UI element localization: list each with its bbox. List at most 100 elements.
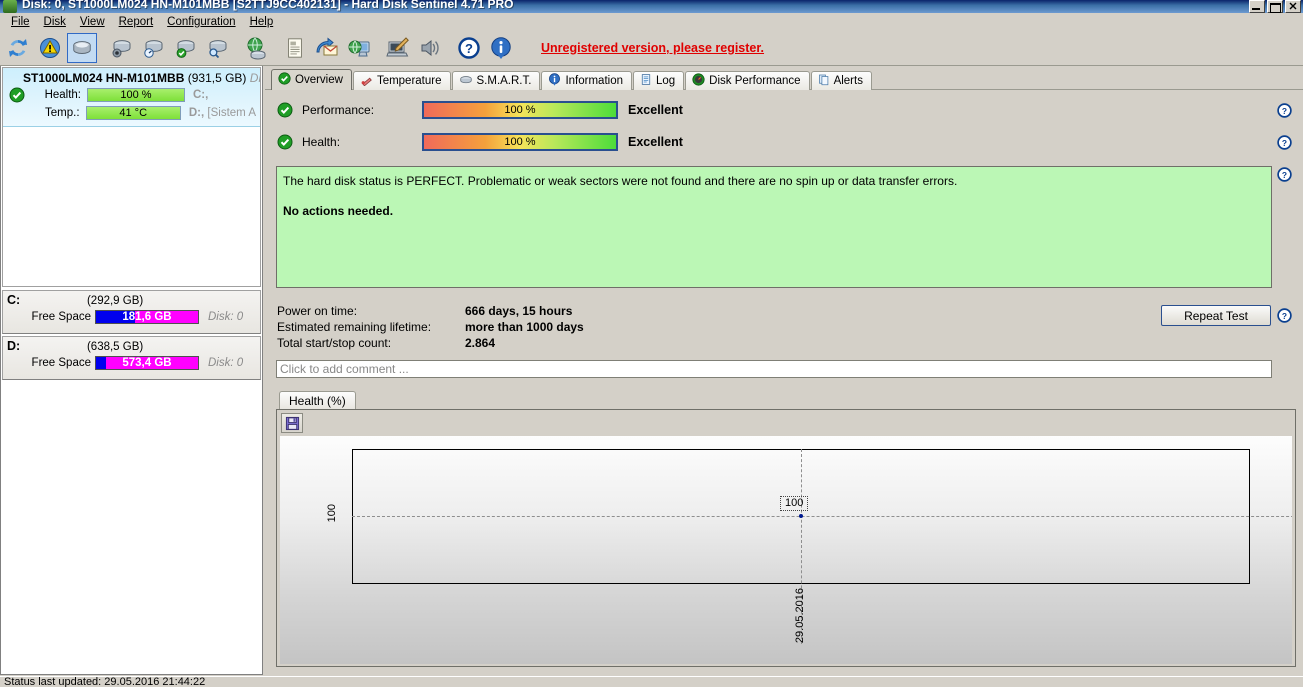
tab-temperature-label: Temperature <box>377 75 442 87</box>
refresh-icon[interactable] <box>3 33 33 63</box>
disk-smart-icon <box>459 73 473 89</box>
performance-value: 100 % <box>424 103 616 118</box>
copy-pages-icon <box>818 73 830 89</box>
toolbar: ? Unregistered version, please register. <box>0 30 1303 66</box>
maximize-icon[interactable] <box>1267 0 1283 13</box>
chart-plot-area: 100 29.05.2016 100 <box>280 436 1292 664</box>
menu-view[interactable]: View <box>73 15 112 29</box>
health-rating: Excellent <box>628 135 683 149</box>
partition-d-head: D: (638,5 GB) <box>7 339 256 353</box>
check-ok-icon <box>277 102 293 118</box>
disk-clock-icon[interactable] <box>106 33 136 63</box>
svg-text:?: ? <box>1282 170 1287 180</box>
health-chart-panel: Health (%) 100 29.05.2016 100 <box>276 391 1296 667</box>
menu-report[interactable]: Report <box>112 15 161 29</box>
close-icon[interactable] <box>1285 0 1301 13</box>
tab-alerts-label: Alerts <box>834 75 863 87</box>
disk-health-value: 100 % <box>88 89 184 102</box>
partition-d-bar: 573,4 GB <box>95 356 199 370</box>
health-label: Health: <box>302 135 422 149</box>
menu-help[interactable]: Help <box>243 15 281 29</box>
partition-d-row: Free Space 573,4 GB Disk: 0 <box>7 356 256 370</box>
thermometer-icon <box>360 73 373 89</box>
help-question-icon-performance[interactable]: ? <box>1277 103 1292 118</box>
help-question-icon-health[interactable]: ? <box>1277 135 1292 150</box>
disk-title-suffix: Di <box>250 71 261 85</box>
info-row-startstop: Total start/stop count: 2.864 <box>277 335 584 351</box>
partition-c-free-value: 181,6 GB <box>96 311 198 324</box>
disk-mount-c: C:, <box>193 89 208 101</box>
menu-bar: File Disk View Report Configuration Help <box>0 13 1303 30</box>
partition-item-d[interactable]: D: (638,5 GB) Free Space 573,4 GB Disk: … <box>2 336 261 380</box>
info-icon <box>548 73 561 89</box>
info-row-power-on: Power on time: 666 days, 15 hours <box>277 303 584 319</box>
tab-disk-performance[interactable]: Disk Performance <box>685 71 809 90</box>
menu-disk[interactable]: Disk <box>37 15 73 29</box>
menu-configuration[interactable]: Configuration <box>160 15 242 29</box>
partition-c-letter: C: <box>7 293 20 307</box>
help-question-icon-repeat-test[interactable]: ? <box>1277 308 1292 323</box>
minimize-icon[interactable] <box>1249 0 1265 13</box>
computer-tools-icon[interactable] <box>383 33 413 63</box>
performance-metric-row: Performance: 100 % Excellent <box>277 101 683 119</box>
disk-check-icon[interactable] <box>170 33 200 63</box>
disk-performance-icon[interactable] <box>138 33 168 63</box>
svg-text:?: ? <box>465 41 473 56</box>
info-row-lifetime: Estimated remaining lifetime: more than … <box>277 319 584 335</box>
window-controls <box>1249 0 1301 13</box>
disk-selected-icon[interactable] <box>67 33 97 63</box>
health-value: 100 % <box>424 135 616 150</box>
chart-point-label: 100 <box>780 496 808 511</box>
disk-health-label: Health: <box>29 89 81 101</box>
disk-temp-label: Temp.: <box>29 107 80 119</box>
tab-temperature[interactable]: Temperature <box>353 71 451 90</box>
partition-item-c[interactable]: C: (292,9 GB) Free Space 181,6 GB Disk: … <box>2 290 261 334</box>
partition-c-row: Free Space 181,6 GB Disk: 0 <box>7 310 256 324</box>
overview-info-table: Power on time: 666 days, 15 hours Estima… <box>277 303 584 351</box>
disk-temp-bar: 41 °C <box>86 106 181 120</box>
chart-tab-health[interactable]: Health (%) <box>279 391 356 409</box>
svg-text:?: ? <box>1282 106 1287 116</box>
document-icon <box>640 73 652 89</box>
disk-search-icon[interactable] <box>202 33 232 63</box>
partition-c-free-label: Free Space <box>7 311 91 323</box>
speaker-icon[interactable] <box>415 33 445 63</box>
sidebar: ST1000LM024 HN-M101MBB (931,5 GB) Di Hea… <box>0 66 263 675</box>
window-title: Disk: 0, ST1000LM024 HN-M101MBB [S2TTJ9C… <box>22 0 514 11</box>
tab-alerts[interactable]: Alerts <box>811 71 872 90</box>
disk-list-item[interactable]: ST1000LM024 HN-M101MBB (931,5 GB) Di Hea… <box>3 68 260 127</box>
health-metric-row: Health: 100 % Excellent <box>277 133 683 151</box>
info-icon[interactable] <box>486 33 516 63</box>
tab-overview[interactable]: Overview <box>271 69 352 90</box>
tab-smart[interactable]: S.M.A.R.T. <box>452 71 541 90</box>
partition-d-capacity: (638,5 GB) <box>20 341 256 353</box>
chart-xtick-label: 29.05.2016 <box>794 588 806 643</box>
health-bar: 100 % <box>422 133 618 151</box>
help-question-icon-status[interactable]: ? <box>1277 167 1292 182</box>
send-mail-icon[interactable] <box>312 33 342 63</box>
disk-temp-value: 41 °C <box>87 107 180 120</box>
help-question-icon[interactable]: ? <box>454 33 484 63</box>
partition-d-free-label: Free Space <box>7 357 91 369</box>
tab-log[interactable]: Log <box>633 71 684 90</box>
unregistered-notice[interactable]: Unregistered version, please register. <box>541 41 764 55</box>
chart-body: 100 29.05.2016 100 <box>276 409 1296 667</box>
floppy-save-icon[interactable] <box>281 413 303 433</box>
tab-strip: Overview Temperature S.M.A.R.T. Informat… <box>271 69 873 90</box>
toolbar-group-1 <box>2 33 98 63</box>
info-key-power-on: Power on time: <box>277 303 465 319</box>
warning-icon[interactable] <box>35 33 65 63</box>
disk-list: ST1000LM024 HN-M101MBB (931,5 GB) Di Hea… <box>2 67 261 287</box>
disk-mount-d: D:, [Sistem A <box>189 107 256 119</box>
globe-monitor-icon[interactable] <box>344 33 374 63</box>
tab-information[interactable]: Information <box>541 71 632 90</box>
title-bar: Disk: 0, ST1000LM024 HN-M101MBB [S2TTJ9C… <box>0 0 1303 13</box>
comment-input[interactable]: Click to add comment ... <box>276 360 1272 378</box>
info-value-power-on: 666 days, 15 hours <box>465 303 572 319</box>
globe-disk-icon[interactable] <box>241 33 271 63</box>
menu-file[interactable]: File <box>4 15 37 29</box>
report-icon[interactable] <box>280 33 310 63</box>
partition-c-head: C: (292,9 GB) <box>7 293 256 307</box>
status-message-action: No actions needed. <box>283 204 1265 219</box>
repeat-test-button[interactable]: Repeat Test <box>1161 305 1271 326</box>
